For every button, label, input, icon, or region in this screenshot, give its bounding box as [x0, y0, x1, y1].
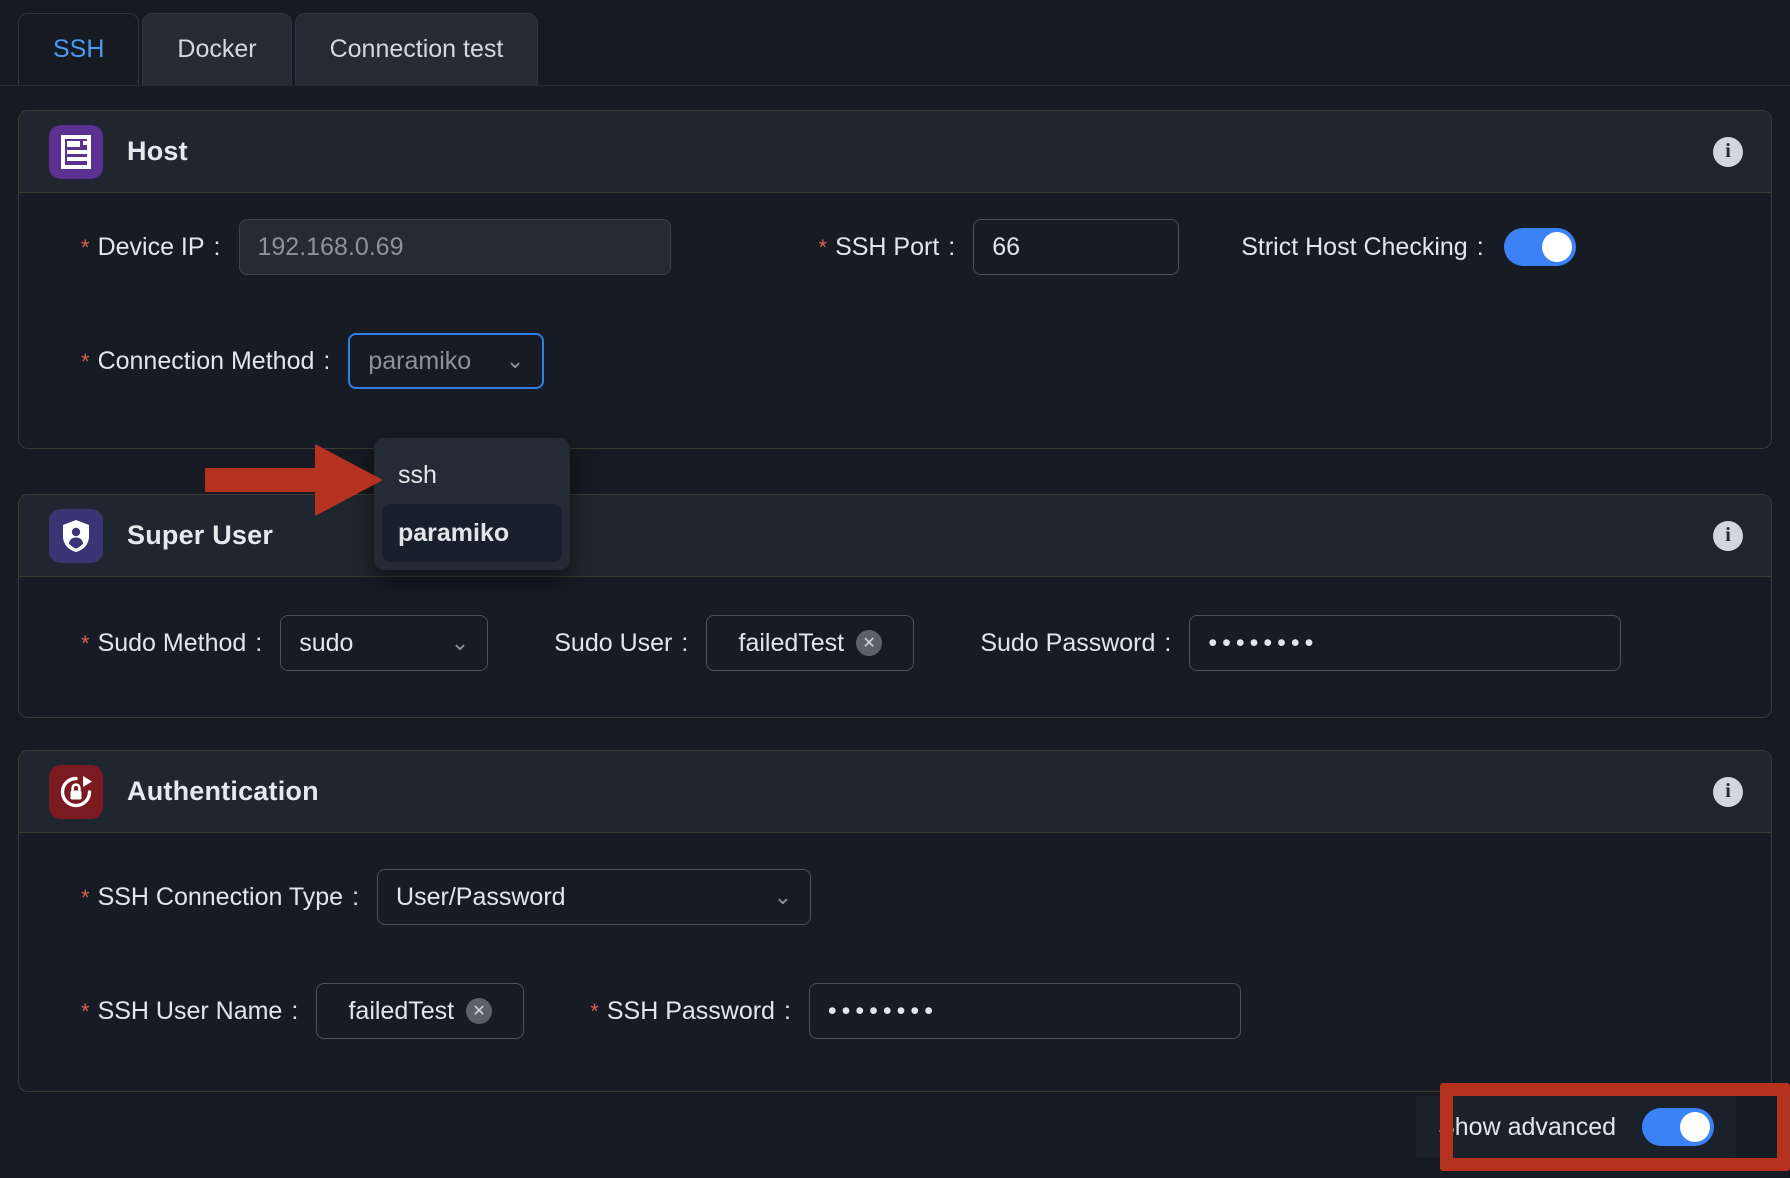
connection-method-dropdown-option-paramiko[interactable]: paramiko — [382, 504, 562, 562]
connection-method-dropdown-option-ssh[interactable]: ssh — [382, 446, 562, 504]
show-advanced-toggle[interactable] — [1642, 1108, 1714, 1146]
super-user-panel-header: Super User i — [19, 495, 1771, 577]
ssh-port-required-star: * — [818, 234, 828, 260]
sudo-user-input[interactable]: failedTest ✕ — [706, 615, 915, 671]
connection-method-select[interactable]: paramiko ⌄ — [348, 333, 545, 389]
ssh-password-label: * SSH Password : — [590, 996, 791, 1025]
tab-connection-test-label: Connection test — [329, 35, 504, 63]
super-user-info-icon[interactable]: i — [1713, 520, 1743, 551]
ssh-port-label: * SSH Port : — [818, 232, 956, 261]
host-panel: Host i * Device IP : 192.168.0.69 * SSH … — [18, 110, 1772, 449]
tab-ssh-label: SSH — [53, 35, 105, 63]
ssh-user-name-input[interactable]: failedTest ✕ — [316, 983, 525, 1039]
tab-docker[interactable]: Docker — [142, 13, 292, 85]
authentication-panel-body: * SSH Connection Type : User/Password ⌄ … — [19, 833, 1771, 1091]
device-ip-input[interactable]: 192.168.0.69 — [238, 219, 671, 275]
strict-host-checking-toggle-knob — [1541, 232, 1572, 262]
sudo-password-input[interactable]: •••••••• — [1189, 615, 1622, 671]
host-info-icon[interactable]: i — [1713, 136, 1743, 167]
authentication-panel-title: Authentication — [127, 776, 319, 806]
ssh-password-required-star: * — [590, 998, 599, 1024]
shield-user-icon — [49, 508, 103, 563]
device-ip-label: * Device IP : — [81, 232, 221, 261]
chevron-down-icon: ⌄ — [773, 884, 793, 909]
ssh-port-value: 66 — [992, 232, 1021, 261]
footer-bar: Show advanced — [18, 1092, 1772, 1162]
super-user-panel: Super User i * Sudo Method : sudo ⌄ Sudo… — [18, 494, 1772, 718]
authentication-panel-header: Authentication i — [19, 751, 1771, 833]
ssh-password-input[interactable]: •••••••• — [808, 983, 1241, 1039]
connection-method-label: * Connection Method : — [81, 346, 331, 375]
host-panel-body: * Device IP : 192.168.0.69 * SSH Port : … — [19, 193, 1771, 448]
ssh-connection-type-value: User/Password — [396, 882, 566, 911]
tab-ssh[interactable]: SSH — [18, 13, 140, 85]
lock-refresh-icon — [49, 764, 103, 819]
ssh-connection-type-required-star: * — [81, 884, 90, 910]
show-advanced-toggle-group: Show advanced — [1416, 1096, 1736, 1158]
sudo-user-value: failedTest — [738, 628, 845, 657]
sudo-method-value: sudo — [299, 628, 354, 657]
host-panel-title: Host — [127, 136, 188, 166]
authentication-info-icon[interactable]: i — [1713, 776, 1743, 807]
ssh-port-input[interactable]: 66 — [973, 219, 1180, 275]
clear-x-icon[interactable]: ✕ — [466, 998, 493, 1024]
ssh-connection-type-label: * SSH Connection Type : — [81, 882, 360, 911]
sudo-user-chip: failedTest ✕ — [739, 629, 883, 658]
connection-method-dropdown: ssh paramiko — [374, 438, 570, 570]
authentication-row-1: * SSH Connection Type : User/Password ⌄ — [19, 869, 812, 925]
clear-x-icon[interactable]: ✕ — [856, 630, 883, 656]
tab-docker-label: Docker — [177, 35, 257, 63]
ssh-user-name-label: * SSH User Name : — [81, 996, 299, 1025]
tab-bar: SSH Docker Connection test — [0, 0, 1790, 86]
show-advanced-label: Show advanced — [1438, 1112, 1616, 1141]
authentication-panel: Authentication i * SSH Connection Type :… — [18, 750, 1772, 1092]
ssh-user-name-required-star: * — [81, 998, 90, 1024]
sudo-password-value: •••••••• — [1208, 628, 1319, 657]
device-ip-placeholder: 192.168.0.69 — [257, 232, 404, 261]
server-icon — [49, 124, 103, 179]
sudo-method-select[interactable]: sudo ⌄ — [280, 615, 489, 671]
authentication-row-2: * SSH User Name : failedTest ✕ * SSH Pas… — [19, 983, 1241, 1039]
show-advanced-toggle-knob — [1680, 1112, 1710, 1142]
connection-method-required-star: * — [81, 348, 90, 374]
sudo-password-label: Sudo Password : — [980, 628, 1172, 657]
chevron-down-icon: ⌄ — [505, 348, 525, 373]
ssh-connection-type-select[interactable]: User/Password ⌄ — [377, 869, 812, 925]
ssh-user-name-chip: failedTest ✕ — [348, 996, 493, 1026]
ssh-password-value: •••••••• — [827, 996, 938, 1025]
super-user-row-1: * Sudo Method : sudo ⌄ Sudo User : faile… — [19, 615, 1771, 671]
sudo-user-label: Sudo User : — [554, 628, 689, 657]
super-user-panel-body: * Sudo Method : sudo ⌄ Sudo User : faile… — [19, 577, 1771, 717]
host-panel-header: Host i — [19, 111, 1771, 193]
ssh-settings-page: SSH Docker Connection test Host i * Devi… — [0, 0, 1790, 1178]
sudo-method-label: * Sudo Method : — [81, 628, 263, 657]
sudo-method-required-star: * — [81, 630, 90, 656]
host-row-2: * Connection Method : paramiko ⌄ — [19, 333, 545, 389]
device-ip-required-star: * — [81, 234, 90, 260]
strict-host-checking-label: Strict Host Checking : — [1241, 232, 1484, 261]
ssh-user-name-value: failedTest — [348, 996, 455, 1025]
tab-connection-test[interactable]: Connection test — [294, 13, 539, 85]
connection-method-value: paramiko — [368, 346, 472, 375]
chevron-down-icon: ⌄ — [450, 630, 470, 655]
super-user-panel-title: Super User — [127, 520, 274, 550]
host-row-1: * Device IP : 192.168.0.69 * SSH Port : … — [19, 219, 1771, 275]
strict-host-checking-toggle[interactable] — [1503, 228, 1576, 266]
